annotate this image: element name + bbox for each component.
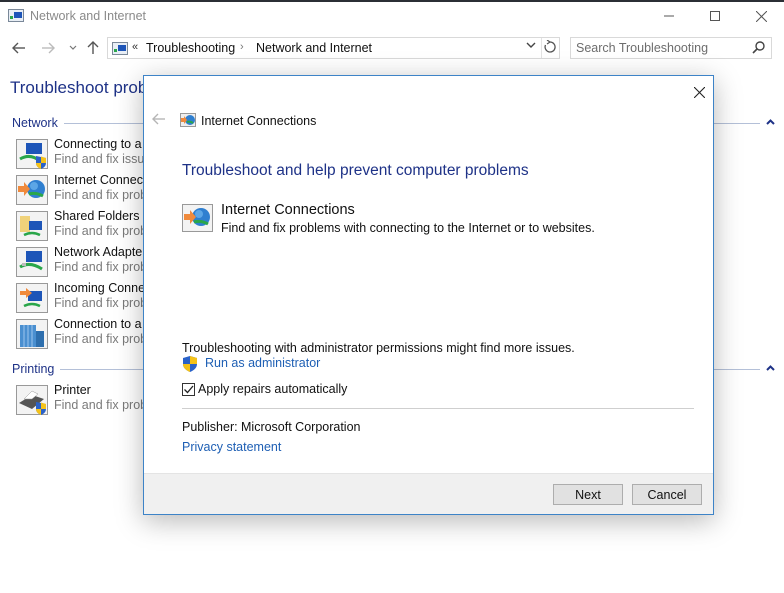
troubleshooter-item-description: Find and fix prob	[54, 332, 148, 346]
recent-locations-button[interactable]	[63, 38, 83, 58]
page-title: Troubleshoot probl	[10, 78, 152, 97]
next-button[interactable]: Next	[553, 484, 623, 505]
divider	[541, 38, 542, 58]
dialog-heading: Troubleshoot and help prevent computer p…	[182, 162, 529, 179]
troubleshooter-item-name: Internet Connect	[54, 173, 147, 187]
troubleshooter-item-description: Find and fix prob	[54, 296, 148, 310]
checkmark-icon	[184, 385, 194, 394]
troubleshooter-item-name: Network Adapter	[54, 245, 147, 259]
chevron-up-icon	[766, 119, 775, 125]
window-title: Network and Internet	[30, 9, 147, 23]
apply-repairs-label[interactable]: Apply repairs automatically	[198, 382, 347, 396]
search-box[interactable]: Search Troubleshooting	[570, 37, 772, 59]
dialog-back-button[interactable]	[152, 112, 166, 128]
publisher-label: Publisher:	[182, 420, 238, 434]
maximize-button[interactable]	[692, 2, 738, 30]
troubleshooter-item-description: Find and fix prob	[54, 260, 148, 274]
troubleshooter-dialog: Internet Connections Troubleshoot and he…	[143, 75, 714, 515]
section-printing-heading: Printing	[12, 362, 55, 376]
internet-globe-icon	[16, 175, 48, 205]
breadcrumb-troubleshooting[interactable]: Troubleshooting	[146, 41, 235, 55]
divider	[182, 408, 694, 409]
close-icon	[755, 10, 767, 22]
arrow-up-icon	[87, 41, 99, 54]
dialog-close-button[interactable]	[688, 81, 710, 103]
admin-permissions-message: Troubleshooting with administrator permi…	[182, 341, 575, 355]
address-dropdown-button[interactable]	[526, 41, 536, 52]
printer-icon	[16, 385, 48, 415]
minimize-button[interactable]	[646, 2, 692, 30]
navigation-bar: « Troubleshooting › Network and Internet…	[0, 34, 784, 62]
internet-globe-icon	[180, 113, 196, 127]
dialog-footer: Next Cancel	[144, 473, 713, 514]
network-folder-icon	[8, 9, 24, 22]
troubleshooter-item-description: Find and fix prob	[54, 188, 148, 202]
maximize-icon	[710, 11, 720, 21]
troubleshooter-description: Find and fix problems with connecting to…	[221, 221, 595, 235]
publisher-value: Microsoft Corporation	[241, 420, 361, 434]
network-adapter-icon	[16, 247, 48, 277]
troubleshooter-item-name: Printer	[54, 383, 91, 397]
breadcrumb-separator[interactable]: ›	[240, 41, 244, 53]
troubleshooter-item-description: Find and fix prob	[54, 224, 148, 238]
chevron-down-icon	[526, 42, 536, 48]
breadcrumb-overflow[interactable]: «	[132, 41, 138, 53]
address-bar[interactable]: « Troubleshooting › Network and Internet	[107, 37, 560, 59]
arrow-right-icon	[42, 42, 55, 54]
close-icon	[693, 86, 705, 98]
back-button[interactable]	[9, 38, 29, 58]
breadcrumb-network-and-internet[interactable]: Network and Internet	[256, 41, 372, 55]
refresh-icon	[544, 39, 556, 53]
shared-folders-icon	[16, 211, 48, 241]
cancel-button[interactable]: Cancel	[632, 484, 702, 505]
incoming-connections-icon	[16, 283, 48, 313]
collapse-printing-button[interactable]	[766, 363, 775, 374]
search-icon[interactable]	[752, 41, 765, 57]
refresh-button[interactable]	[544, 39, 556, 56]
workplace-network-icon	[16, 139, 48, 169]
uac-shield-icon	[183, 356, 197, 372]
chevron-up-icon	[766, 365, 775, 371]
collapse-network-button[interactable]	[766, 117, 775, 128]
dialog-header-title: Internet Connections	[201, 114, 317, 128]
title-bar: Network and Internet	[0, 2, 784, 30]
chevron-down-icon	[69, 45, 77, 50]
arrow-left-icon	[12, 42, 25, 54]
minimize-icon	[664, 15, 674, 17]
troubleshooter-item-description: Find and fix prob	[54, 398, 148, 412]
apply-repairs-checkbox[interactable]	[182, 383, 195, 396]
section-network-heading: Network	[12, 116, 58, 130]
troubleshooter-name: Internet Connections	[221, 202, 355, 218]
troubleshooter-item-name: Connection to a	[54, 317, 142, 331]
run-as-administrator-link[interactable]: Run as administrator	[205, 356, 320, 370]
close-button[interactable]	[738, 2, 784, 30]
search-input[interactable]: Search Troubleshooting	[576, 41, 708, 55]
network-folder-icon	[112, 42, 128, 55]
privacy-statement-link[interactable]: Privacy statement	[182, 440, 281, 454]
troubleshooter-item-name: Incoming Conne	[54, 281, 146, 295]
troubleshooter-item-name: Connecting to a	[54, 137, 142, 151]
up-button[interactable]	[83, 38, 103, 58]
building-icon	[16, 319, 48, 349]
arrow-left-icon	[152, 113, 165, 125]
troubleshooter-item-description: Find and fix issue	[54, 152, 152, 166]
forward-button[interactable]	[38, 38, 58, 58]
internet-globe-icon	[182, 204, 213, 232]
troubleshooter-item-name: Shared Folders	[54, 209, 140, 223]
